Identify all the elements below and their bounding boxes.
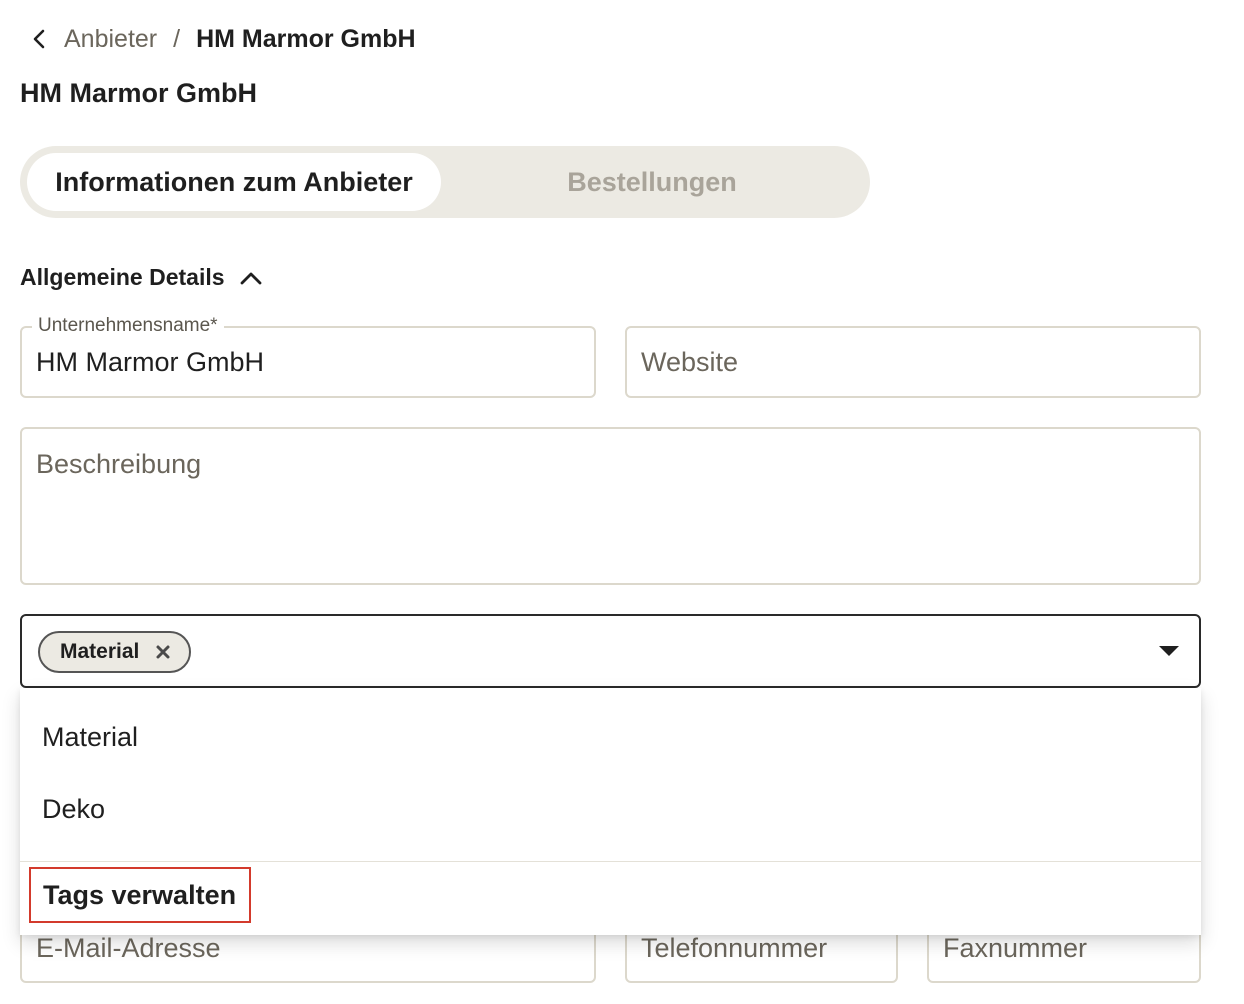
website-placeholder: Website [641, 347, 739, 377]
breadcrumb-separator: / [173, 24, 181, 53]
close-icon[interactable] [155, 644, 171, 660]
section-general-details-toggle[interactable]: Allgemeine Details [20, 264, 263, 291]
chevron-left-icon[interactable] [28, 28, 50, 50]
tag-chip-label: Material [60, 640, 140, 663]
breadcrumb-parent-link[interactable]: Anbieter [64, 25, 157, 54]
caret-down-icon[interactable] [1159, 646, 1179, 656]
phone-placeholder: Telefonnummer [641, 933, 828, 963]
tags-dropdown-menu: Material Deko Tags verwalten [20, 688, 1201, 935]
tab-vendor-info[interactable]: Informationen zum Anbieter [27, 153, 441, 211]
page-title: HM Marmor GmbH [20, 78, 258, 108]
description-field[interactable]: Beschreibung [20, 427, 1201, 585]
section-title: Allgemeine Details [20, 264, 225, 290]
tab-bar: Informationen zum Anbieter Bestellungen [20, 146, 870, 218]
menu-divider [20, 861, 1201, 862]
fax-placeholder: Faxnummer [943, 933, 1088, 963]
email-placeholder: E-Mail-Adresse [36, 933, 221, 963]
tab-orders[interactable]: Bestellungen [441, 153, 863, 211]
manage-tags-button[interactable]: Tags verwalten [29, 867, 251, 923]
tag-chip-material: Material [38, 631, 192, 673]
breadcrumb: Anbieter / HM Marmor GmbH [28, 22, 416, 56]
company-name-label: Unternehmensname* [32, 315, 224, 337]
tags-select[interactable]: Material [20, 614, 1201, 688]
website-field[interactable]: Website [625, 326, 1201, 398]
menu-option-material[interactable]: Material [42, 722, 138, 753]
chevron-up-icon [239, 266, 263, 290]
menu-option-deko[interactable]: Deko [42, 794, 105, 825]
breadcrumb-current: HM Marmor GmbH [196, 24, 416, 53]
company-name-value: HM Marmor GmbH [36, 347, 264, 377]
company-name-field[interactable]: Unternehmensname* HM Marmor GmbH [20, 315, 596, 398]
description-placeholder: Beschreibung [36, 449, 202, 479]
